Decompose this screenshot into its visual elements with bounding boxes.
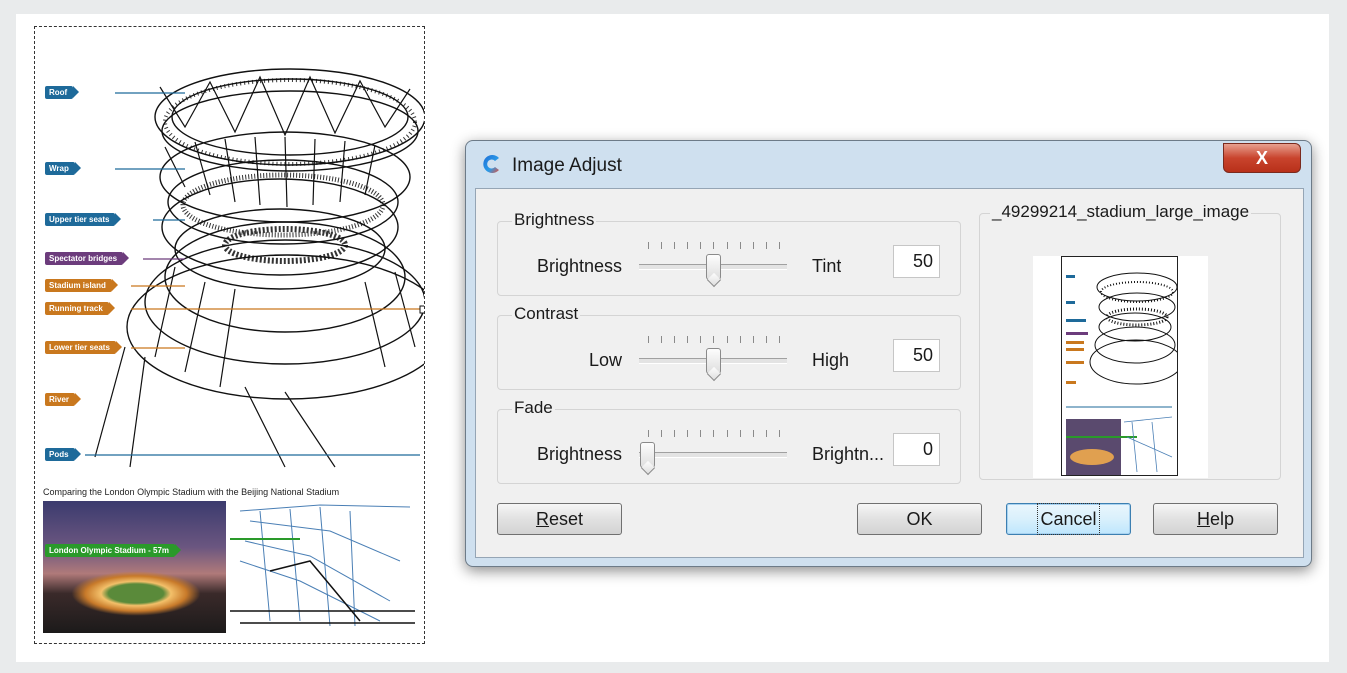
dialog-title: Image Adjust <box>512 155 622 176</box>
photo-label: London Olympic Stadium - 57m <box>45 544 182 557</box>
diagram-label-pods: Pods <box>45 448 81 461</box>
reset-label: eset <box>548 509 584 529</box>
slider-max-label: High <box>812 350 850 370</box>
ok-label: OK <box>906 509 933 529</box>
slider-min-label: Brightness <box>536 444 622 464</box>
brightness-value-input[interactable]: 50 <box>893 245 940 278</box>
cancel-button[interactable]: Cancel <box>1006 503 1131 535</box>
preview-thumbnail <box>1061 256 1178 476</box>
cancel-label: Cancel <box>1037 503 1100 535</box>
stadium-section-drawing <box>230 504 415 627</box>
brightness-slider-thumb[interactable] <box>706 254 721 280</box>
fade-value-input[interactable]: 0 <box>893 433 940 466</box>
close-button[interactable]: X <box>1223 143 1301 173</box>
group-title: Brightness <box>512 210 597 230</box>
slider-ticks <box>648 242 780 249</box>
preview-title: _49299214_stadium_large_image <box>990 202 1252 222</box>
dialog-titlebar[interactable]: Image Adjust X <box>466 141 1311 187</box>
dialog-client-area: Brightness Brightness Tint 50 Contrast L… <box>475 188 1304 558</box>
comparison-caption: Comparing the London Olympic Stadium wit… <box>43 487 340 497</box>
diagram-label-roof: Roof <box>45 86 80 99</box>
diagram-label-stadium-island: Stadium island <box>45 279 118 292</box>
contrast-group: Contrast Low High 50 <box>497 304 961 390</box>
slider-min-label: Brightness <box>536 256 622 276</box>
fade-group: Fade Brightness Brightn... 0 <box>497 398 961 484</box>
help-label: elp <box>1209 509 1235 529</box>
reset-mnemonic: R <box>535 509 549 529</box>
group-title: Contrast <box>512 304 581 324</box>
help-mnemonic: H <box>1196 509 1210 529</box>
slider-ticks <box>648 336 780 343</box>
brightness-group: Brightness Brightness Tint 50 <box>497 210 961 296</box>
stadium-drawing[interactable]: Roof Wrap Upper tier seats Spectator bri… <box>34 26 425 644</box>
slider-max-label: Tint <box>812 256 842 276</box>
contrast-slider-thumb[interactable] <box>706 348 721 374</box>
diagram-label-lower-tier: Lower tier seats <box>45 341 122 354</box>
app-logo-icon <box>483 155 499 173</box>
preview-group: _49299214_stadium_large_image <box>979 202 1281 480</box>
diagram-label-wrap: Wrap <box>45 162 81 175</box>
contrast-value-input[interactable]: 50 <box>893 339 940 372</box>
stadium-photo <box>43 501 226 633</box>
preview-drawing <box>1066 272 1177 475</box>
group-title: Fade <box>512 398 555 418</box>
ok-button[interactable]: OK <box>857 503 982 535</box>
diagram-label-spectator-bridges: Spectator bridges <box>45 252 130 265</box>
diagram-label-upper-tier: Upper tier seats <box>45 213 122 226</box>
fade-slider-thumb[interactable] <box>640 442 655 468</box>
image-adjust-dialog: Image Adjust X Brightness Brightness Tin… <box>465 140 1312 567</box>
diagram-label-running-track: Running track <box>45 302 115 315</box>
help-button[interactable]: Help <box>1153 503 1278 535</box>
slider-min-label: Low <box>588 350 622 370</box>
fade-slider-track[interactable] <box>639 452 787 458</box>
slider-max-label: Brightn... <box>812 444 885 464</box>
reset-button[interactable]: Reset <box>497 503 622 535</box>
slider-ticks <box>648 430 780 437</box>
preview-area <box>1033 256 1208 478</box>
diagram-label-river: River <box>45 393 82 406</box>
